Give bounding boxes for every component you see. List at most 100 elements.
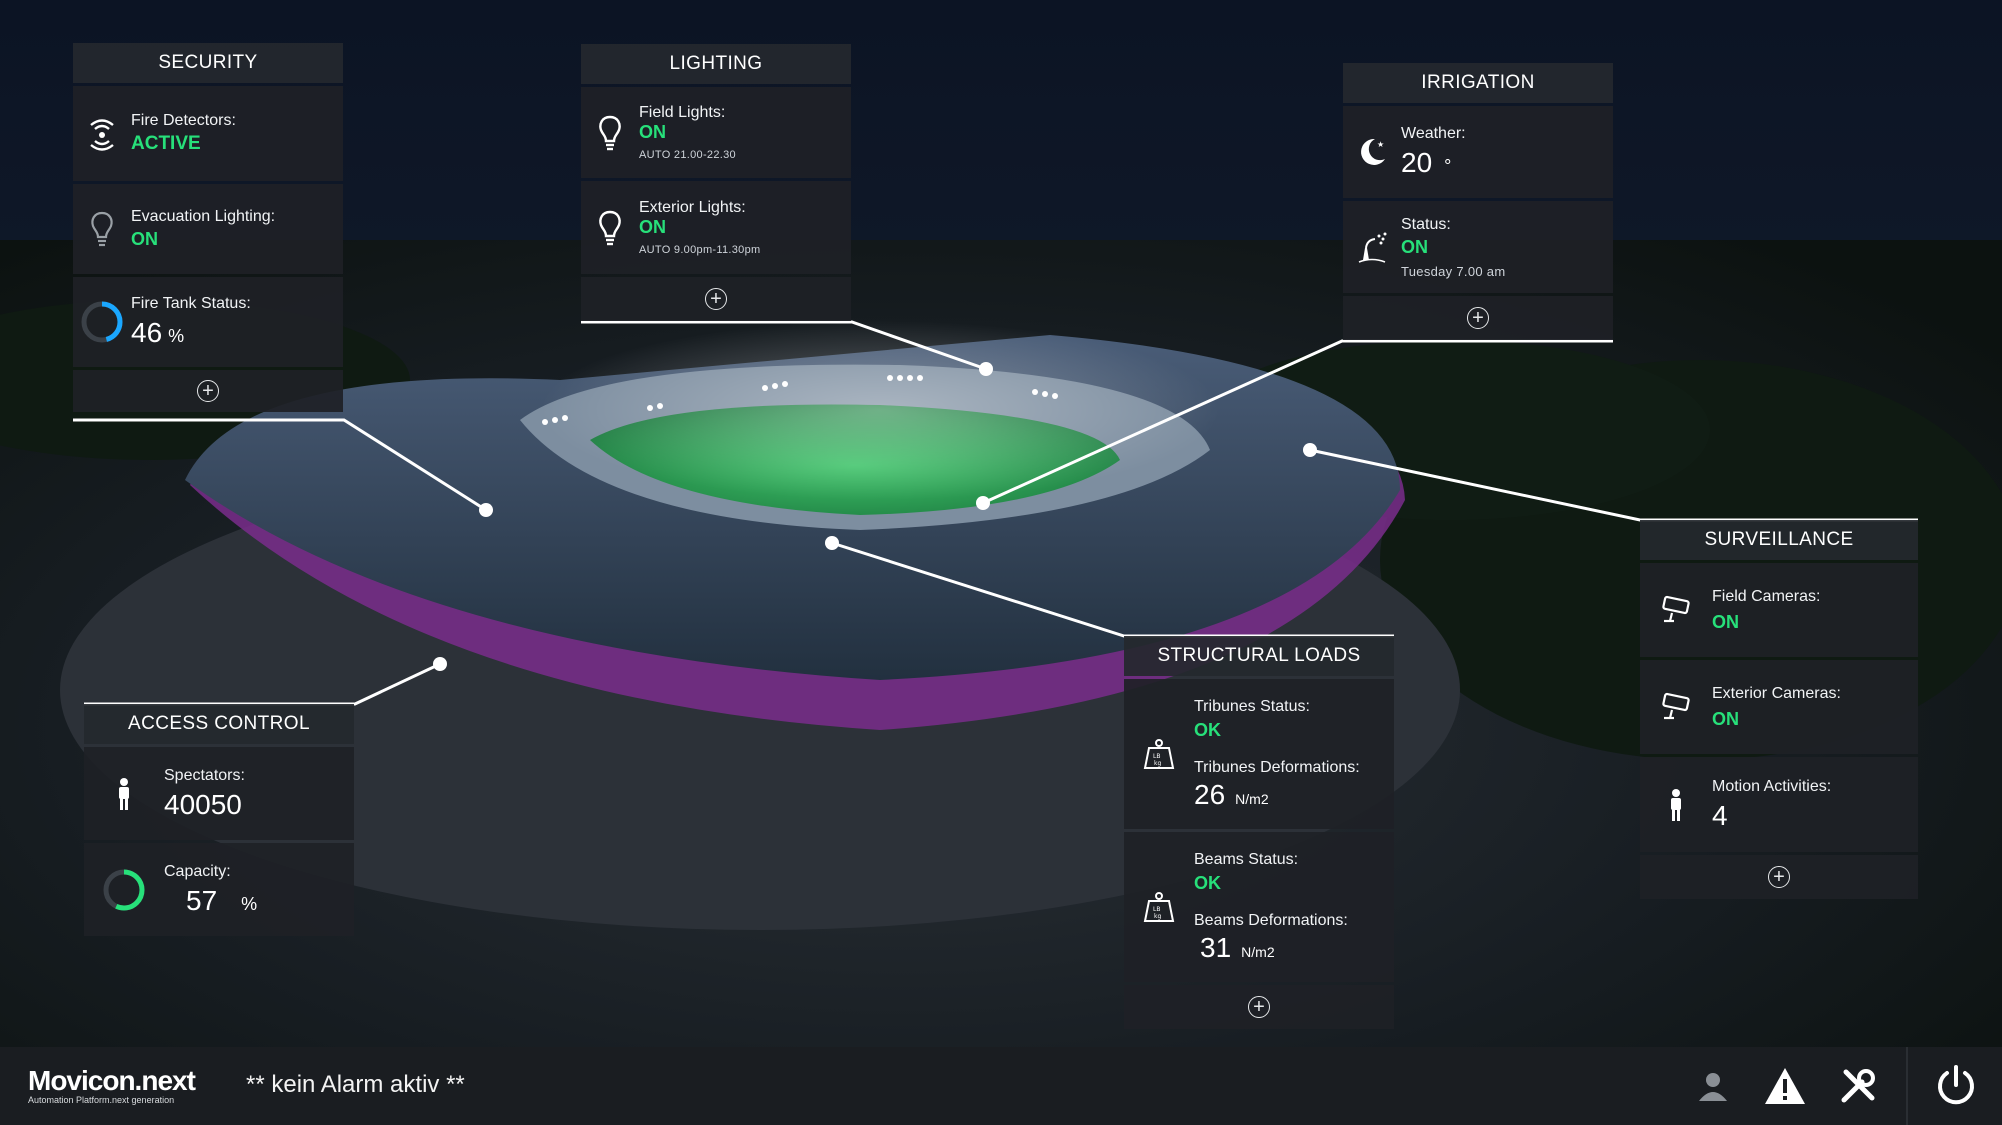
field-lights-value: ON [639, 122, 666, 142]
fire-detectors-value: ACTIVE [131, 133, 201, 154]
tribunes-deformations-value: 26 [1194, 778, 1226, 810]
logo-subtitle: Automation Platform.next generation [28, 1095, 175, 1105]
exterior-lights-value: ON [639, 217, 666, 237]
capacity-label: Capacity: [164, 862, 231, 880]
weather-label: Weather: [1401, 125, 1466, 142]
fire-detectors-label: Fire Detectors: [131, 112, 236, 129]
weight-icon: LB kg [1124, 738, 1194, 770]
field-cameras-row[interactable]: Field Cameras: ON [1640, 563, 1918, 657]
irrigation-panel: IRRIGATION ★ Weather: 20 ° Status: ON Tu… [1343, 63, 1613, 340]
irrigation-status-row[interactable]: Status: ON Tuesday 7.00 am [1343, 201, 1613, 293]
field-cameras-label: Field Cameras: [1712, 587, 1821, 605]
surveillance-add-row: + [1640, 855, 1918, 899]
user-icon[interactable] [1688, 1061, 1738, 1111]
evacuation-lighting-row[interactable]: Evacuation Lighting: ON [73, 184, 343, 274]
svg-text:kg: kg [1154, 913, 1161, 920]
surveillance-title: SURVEILLANCE [1640, 520, 1918, 560]
exterior-cameras-label: Exterior Cameras: [1712, 684, 1841, 702]
bottom-bar: Movicon.next Automation Platform.next ge… [0, 1047, 2002, 1125]
fire-detectors-row[interactable]: Fire Detectors: ACTIVE [73, 86, 343, 181]
beams-row[interactable]: LB kg Beams Status: OK Beams Deformation… [1124, 832, 1394, 982]
beams-deformations-unit: N/m2 [1241, 943, 1275, 960]
lighting-panel: LIGHTING Field Lights: ON AUTO 21.00-22.… [581, 44, 851, 321]
power-icon[interactable] [1931, 1061, 1981, 1111]
lighting-title: LIGHTING [581, 44, 851, 84]
structural-add-button[interactable]: + [1248, 996, 1270, 1018]
spectators-row[interactable]: Spectators: 40050 [84, 747, 354, 840]
warning-icon[interactable] [1760, 1061, 1810, 1111]
security-add-row: + [73, 370, 343, 412]
irrigation-add-button[interactable]: + [1467, 307, 1489, 329]
tribunes-status-label: Tribunes Status: [1194, 697, 1310, 715]
bottom-bar-divider [1906, 1047, 1908, 1125]
security-title: SECURITY [73, 43, 343, 83]
motion-activities-label: Motion Activities: [1712, 777, 1832, 795]
lighting-add-row: + [581, 277, 851, 321]
tribunes-deformations-unit: N/m2 [1235, 790, 1269, 807]
field-cameras-value: ON [1712, 611, 1739, 632]
fire-tank-unit: % [168, 326, 185, 346]
weight-icon: LB kg [1124, 891, 1194, 923]
tribunes-deformations-label: Tribunes Deformations: [1194, 758, 1360, 776]
exterior-lights-row[interactable]: Exterior Lights: ON AUTO 9.00pm-11.30pm [581, 181, 851, 274]
fire-tank-value: 46 [131, 317, 163, 348]
beams-status-label: Beams Status: [1194, 850, 1299, 868]
capacity-row[interactable]: Capacity: 57% [84, 843, 354, 936]
person-icon [84, 777, 164, 811]
capacity-gauge [84, 868, 164, 912]
sprinkler-icon [1343, 230, 1401, 264]
motion-activities-row[interactable]: Motion Activities: 4 [1640, 757, 1918, 852]
svg-text:LB: LB [1153, 906, 1160, 913]
beams-deformations-value: 31 [1200, 931, 1232, 963]
alarm-status-text: ** kein Alarm aktiv ** [246, 1071, 465, 1098]
svg-text:LB: LB [1153, 753, 1160, 760]
beams-status-value: OK [1194, 872, 1221, 893]
exterior-lights-schedule: AUTO 9.00pm-11.30pm [639, 244, 761, 256]
structural-loads-panel: STRUCTURAL LOADS LB kg Tribunes Status: … [1124, 636, 1394, 1029]
fire-tank-label: Fire Tank Status: [131, 295, 251, 312]
security-add-button[interactable]: + [197, 380, 219, 402]
tools-icon[interactable] [1833, 1061, 1883, 1111]
surveillance-add-button[interactable]: + [1768, 866, 1790, 888]
scada-stadium-screen: SECURITY Fire Detectors: ACTIVE Evacuati… [0, 0, 2002, 1125]
exterior-lights-label: Exterior Lights: [639, 199, 746, 216]
bulb-icon [581, 210, 639, 246]
person-icon [1640, 788, 1712, 822]
irrigation-add-row: + [1343, 296, 1613, 340]
beams-deformations-label: Beams Deformations: [1194, 911, 1348, 929]
spectators-value: 40050 [164, 788, 242, 820]
logo-text: Movicon.next [28, 1065, 196, 1096]
camera-icon [1640, 595, 1712, 625]
moon-icon: ★ [1343, 135, 1401, 169]
svg-text:★: ★ [1377, 140, 1384, 149]
surveillance-panel: SURVEILLANCE Field Cameras: ON Exterior … [1640, 520, 1918, 899]
field-lights-schedule: AUTO 21.00-22.30 [639, 149, 736, 161]
bulb-icon [581, 115, 639, 151]
tribunes-row[interactable]: LB kg Tribunes Status: OK Tribunes Defor… [1124, 679, 1394, 829]
irrigation-title: IRRIGATION [1343, 63, 1613, 103]
structural-loads-title: STRUCTURAL LOADS [1124, 636, 1394, 676]
weather-value: 20 [1401, 147, 1433, 178]
access-control-panel: ACCESS CONTROL Spectators: 40050 Capacit… [84, 704, 354, 936]
weather-row[interactable]: ★ Weather: 20 ° [1343, 106, 1613, 198]
capacity-unit: % [241, 893, 258, 914]
field-lights-row[interactable]: Field Lights: ON AUTO 21.00-22.30 [581, 87, 851, 178]
security-panel: SECURITY Fire Detectors: ACTIVE Evacuati… [73, 43, 343, 412]
fire-tank-gauge [73, 300, 131, 344]
exterior-cameras-row[interactable]: Exterior Cameras: ON [1640, 660, 1918, 754]
irrigation-status-label: Status: [1401, 215, 1451, 233]
fire-tank-row[interactable]: Fire Tank Status: 46% [73, 277, 343, 367]
structural-add-row: + [1124, 985, 1394, 1029]
access-control-title: ACCESS CONTROL [84, 704, 354, 744]
movicon-logo: Movicon.next Automation Platform.next ge… [28, 1065, 196, 1105]
irrigation-status-value: ON [1401, 236, 1428, 257]
capacity-value: 57 [186, 884, 218, 916]
spectators-label: Spectators: [164, 766, 245, 784]
weather-unit: ° [1444, 156, 1452, 176]
lighting-add-button[interactable]: + [705, 288, 727, 310]
bulb-icon [73, 211, 131, 247]
evacuation-lighting-value: ON [131, 229, 158, 249]
exterior-cameras-value: ON [1712, 708, 1739, 729]
motion-activities-value: 4 [1712, 799, 1728, 831]
irrigation-schedule: Tuesday 7.00 am [1401, 263, 1506, 279]
